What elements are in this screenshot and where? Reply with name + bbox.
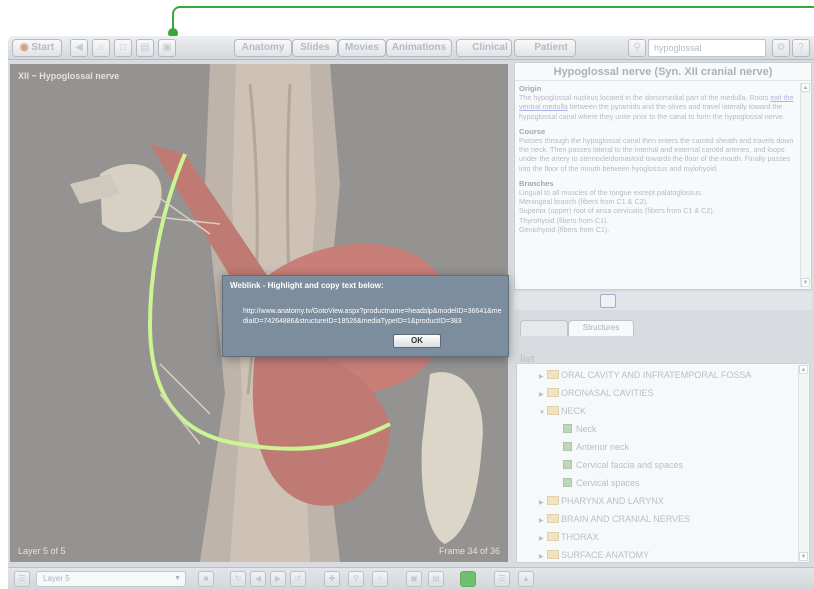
callout-connector-line	[172, 6, 814, 32]
weblink-url-text[interactable]: http://www.anatomy.tv/GotoView.aspx?prod…	[243, 307, 505, 327]
screen: ◉ Start ◀ ⌂ □ ▤ ▣ Anatomy Slides Movies …	[0, 0, 814, 589]
ok-button[interactable]: OK	[393, 334, 441, 348]
dialog-title: Weblink - Highlight and copy text below:	[230, 281, 384, 290]
weblink-dialog: Weblink - Highlight and copy text below:…	[222, 275, 509, 357]
